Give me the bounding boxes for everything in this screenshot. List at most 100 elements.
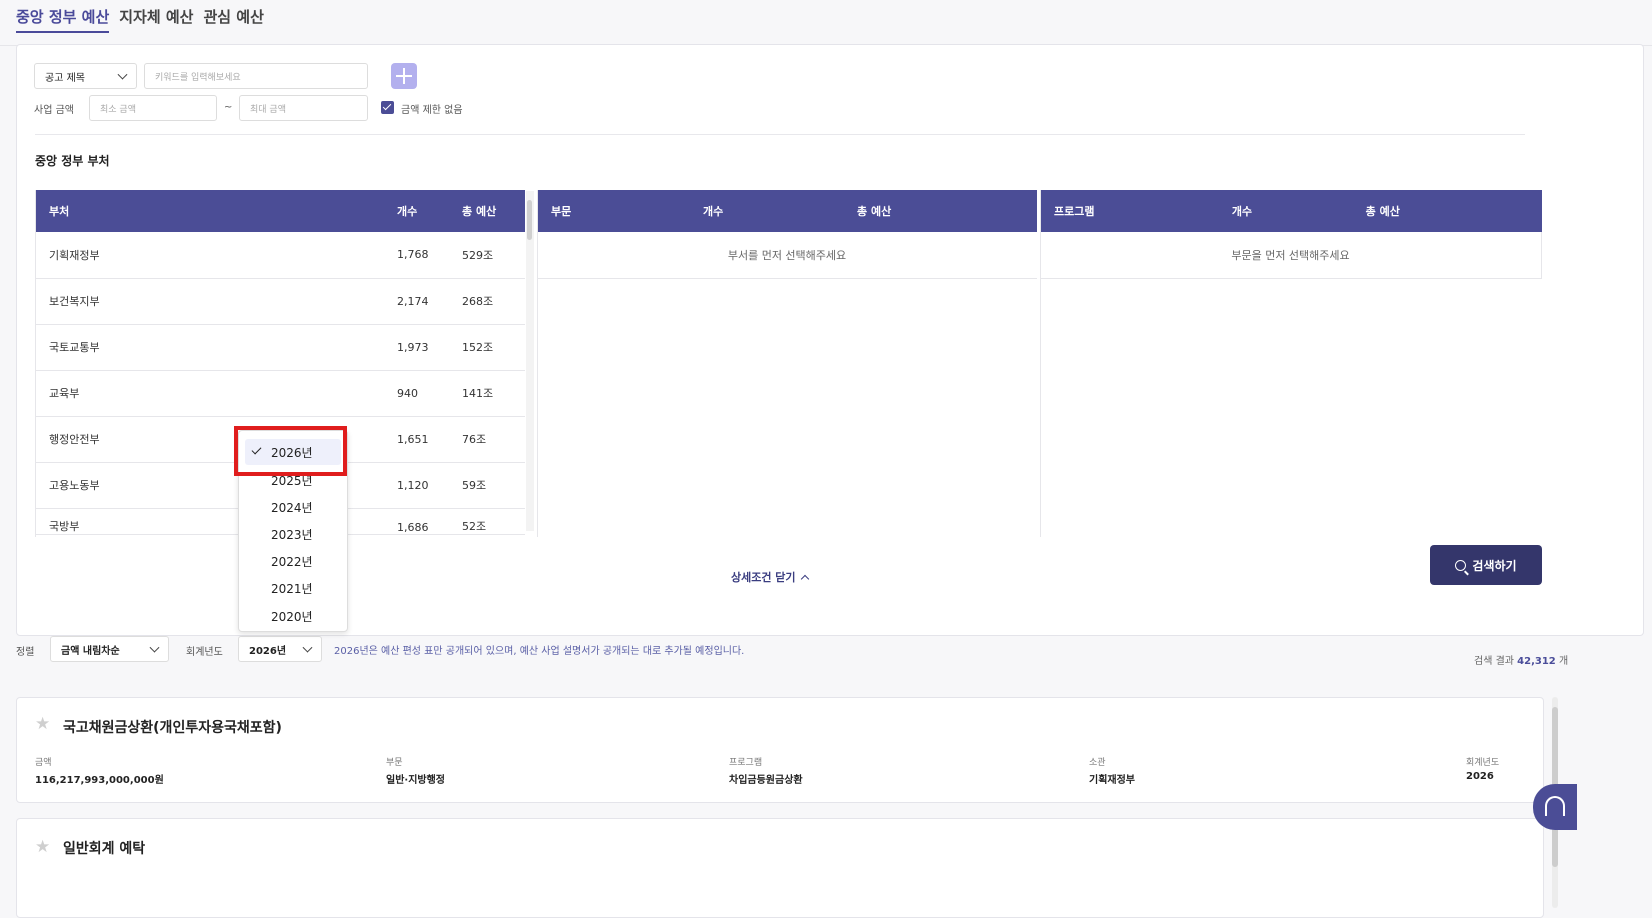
table-row[interactable]: 기획재정부 1,768 529조 bbox=[35, 232, 525, 279]
sort-select[interactable]: 금액 내림차순 bbox=[50, 636, 169, 662]
table-row[interactable]: 보건복지부 2,174 268조 bbox=[35, 278, 525, 325]
ministry-field-label: 소관 bbox=[1089, 758, 1106, 768]
department-name: 국토교통부 bbox=[35, 324, 397, 371]
amount-field-label: 금액 bbox=[35, 758, 52, 768]
program-field-label: 프로그램 bbox=[729, 758, 763, 768]
section-title: 중앙 정부 부처 bbox=[35, 154, 110, 168]
column-header: 개수 bbox=[397, 190, 462, 232]
fiscal-year-label: 회계년도 bbox=[186, 647, 223, 658]
year-option[interactable]: 2023년 bbox=[271, 526, 313, 543]
sort-select-value: 금액 내림차순 bbox=[61, 645, 120, 657]
department-header-row: 부처 개수 총 예산 bbox=[35, 190, 525, 232]
keyword-placeholder: 키워드를 입력해보세요 bbox=[155, 72, 241, 83]
column-header: 부처 bbox=[35, 190, 397, 232]
column-header: 총 예산 bbox=[1365, 190, 1542, 232]
department-budget: 59조 bbox=[462, 462, 525, 509]
program-panel-border bbox=[1040, 190, 1041, 537]
sector-field-label: 부문 bbox=[386, 758, 403, 768]
card-title: 국고채원금상환(개인투자용국채포함) bbox=[63, 720, 282, 736]
max-amount-placeholder: 최대 금액 bbox=[250, 104, 286, 115]
program-field-value: 차입금등원금상환 bbox=[729, 775, 803, 786]
no-limit-label: 금액 제한 없음 bbox=[401, 105, 463, 116]
column-header: 총 예산 bbox=[462, 190, 525, 232]
min-amount-input[interactable]: 최소 금액 bbox=[89, 95, 217, 121]
tab-favorite-budget[interactable]: 관심 예산 bbox=[203, 6, 263, 33]
column-header: 개수 bbox=[1231, 190, 1366, 232]
sector-header-row: 부문 개수 총 예산 bbox=[537, 190, 1037, 232]
column-header: 부문 bbox=[537, 190, 703, 232]
fiscal-year-select[interactable]: 2026년 bbox=[238, 636, 322, 662]
search-field-select[interactable]: 공고 제목 bbox=[34, 63, 137, 89]
department-name: 보건복지부 bbox=[35, 278, 397, 325]
department-name: 교육부 bbox=[35, 370, 397, 417]
search-button[interactable]: 검색하기 bbox=[1430, 545, 1542, 585]
sort-label: 정렬 bbox=[16, 647, 35, 658]
budget-tabs: 중앙 정부 예산 지자체 예산 관심 예산 bbox=[16, 6, 264, 33]
program-empty-message: 부문을 먼저 선택해주세요 bbox=[1040, 232, 1542, 279]
department-name: 기획재정부 bbox=[35, 232, 397, 279]
no-limit-checkbox[interactable] bbox=[381, 101, 394, 114]
keyword-input[interactable]: 키워드를 입력해보세요 bbox=[144, 63, 368, 89]
year-option[interactable]: 2024년 bbox=[271, 499, 313, 516]
close-detail-button[interactable]: 상세조건 닫기 bbox=[731, 569, 809, 585]
card-title: 일반회계 예탁 bbox=[63, 841, 146, 857]
department-count: 1,768 bbox=[397, 232, 462, 279]
add-keyword-button[interactable] bbox=[391, 63, 417, 89]
department-budget: 268조 bbox=[462, 278, 525, 325]
budget-card[interactable]: ★ 국고채원금상환(개인투자용국채포함) 금액 116,217,993,000,… bbox=[16, 697, 1544, 803]
sector-table: 부문 개수 총 예산 부서를 먼저 선택해주세요 bbox=[537, 190, 1037, 279]
fiscal-year-field-label: 회계년도 bbox=[1466, 758, 1500, 768]
fiscal-year-notice: 2026년은 예산 편성 표만 공개되어 있으며, 예산 사업 설명서가 공개되… bbox=[334, 646, 745, 657]
empty-row: 부서를 먼저 선택해주세요 bbox=[537, 232, 1037, 279]
help-button[interactable] bbox=[1533, 784, 1577, 830]
range-tilde: ~ bbox=[224, 102, 233, 113]
result-count: 검색 결과 42,312 개 bbox=[1474, 652, 1568, 667]
department-count: 940 bbox=[397, 370, 462, 417]
fiscal-year-field-value: 2026 bbox=[1466, 771, 1494, 782]
chevron-up-icon bbox=[800, 574, 809, 583]
star-icon[interactable]: ★ bbox=[35, 716, 51, 733]
max-amount-input[interactable]: 최대 금액 bbox=[239, 95, 368, 121]
amount-label: 사업 금액 bbox=[34, 105, 74, 116]
department-count: 1,973 bbox=[397, 324, 462, 371]
year-option[interactable]: 2020년 bbox=[271, 608, 313, 625]
department-budget: 76조 bbox=[462, 416, 525, 463]
selection-highlight-box bbox=[234, 426, 347, 476]
ministry-field-value: 기획재정부 bbox=[1089, 775, 1135, 786]
tab-local-budget[interactable]: 지자체 예산 bbox=[119, 6, 193, 33]
result-count-suffix: 개 bbox=[1558, 656, 1569, 667]
sector-empty-message: 부서를 먼저 선택해주세요 bbox=[537, 232, 1037, 279]
filter-divider bbox=[35, 134, 1525, 135]
chevron-down-icon bbox=[117, 69, 128, 80]
fiscal-year-select-value: 2026년 bbox=[249, 645, 287, 657]
sector-panel-border bbox=[537, 190, 538, 537]
star-icon[interactable]: ★ bbox=[35, 839, 51, 856]
column-header: 총 예산 bbox=[857, 190, 1037, 232]
chevron-down-icon bbox=[302, 642, 313, 653]
year-option[interactable]: 2022년 bbox=[271, 553, 313, 570]
table-row[interactable]: 교육부 940 141조 bbox=[35, 370, 525, 417]
empty-row: 부문을 먼저 선택해주세요 bbox=[1040, 232, 1542, 279]
program-header-row: 프로그램 개수 총 예산 bbox=[1040, 190, 1542, 232]
department-count: 2,174 bbox=[397, 278, 462, 325]
result-count-prefix: 검색 결과 bbox=[1474, 656, 1514, 667]
min-amount-placeholder: 최소 금액 bbox=[100, 104, 136, 115]
close-detail-label: 상세조건 닫기 bbox=[731, 571, 796, 584]
column-header: 개수 bbox=[703, 190, 857, 232]
department-scrollbar[interactable] bbox=[526, 191, 534, 531]
department-scrollbar-thumb[interactable] bbox=[527, 200, 532, 240]
column-header: 프로그램 bbox=[1040, 190, 1232, 232]
department-panel-border bbox=[35, 190, 36, 537]
department-budget: 52조 bbox=[462, 508, 525, 535]
department-budget: 152조 bbox=[462, 324, 525, 371]
table-row[interactable]: 국토교통부 1,973 152조 bbox=[35, 324, 525, 371]
department-budget: 529조 bbox=[462, 232, 525, 279]
tab-central-budget[interactable]: 중앙 정부 예산 bbox=[16, 6, 110, 33]
department-budget: 141조 bbox=[462, 370, 525, 417]
search-icon bbox=[1455, 559, 1467, 571]
sector-field-value: 일반·지방행정 bbox=[386, 775, 445, 786]
year-option[interactable]: 2021년 bbox=[271, 580, 313, 597]
department-count: 1,651 bbox=[397, 416, 462, 463]
budget-card[interactable]: ★ 일반회계 예탁 bbox=[16, 818, 1544, 918]
department-count: 1,120 bbox=[397, 462, 462, 509]
